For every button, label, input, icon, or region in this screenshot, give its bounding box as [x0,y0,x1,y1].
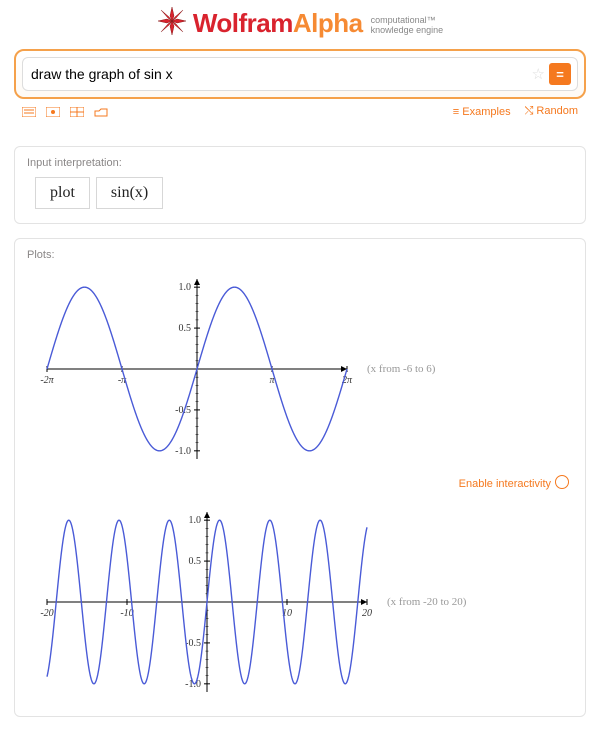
svg-text:-0.5: -0.5 [185,638,201,649]
plot-caption: (x from -20 to 20) [387,596,466,608]
svg-text:20: 20 [362,608,372,619]
file-upload-icon[interactable] [94,107,108,117]
plot-caption: (x from -6 to 6) [367,363,435,375]
plot-large-domain: -1.0-0.50.51.0-20-101020 [27,502,387,702]
plots-panel: Plots: -1.0-0.50.51.0-2π-ππ2π (x from -6… [14,238,586,717]
svg-text:-1.0: -1.0 [185,679,201,690]
panel-title: Input interpretation: [27,157,573,169]
plot-small-domain: -1.0-0.50.51.0-2π-ππ2π [27,269,367,469]
tagline: computational™ knowledge engine [371,16,444,36]
svg-text:-2π: -2π [40,375,54,386]
logo[interactable]: WolframAlpha computational™ knowledge en… [157,6,443,41]
svg-text:1.0: 1.0 [189,515,202,526]
header: WolframAlpha computational™ knowledge en… [0,0,600,49]
brand-text: WolframAlpha [193,8,363,39]
examples-link[interactable]: Examples [453,106,511,118]
submit-button[interactable]: = [549,63,571,85]
input-mode-toolbar [22,107,108,117]
refresh-icon [555,475,569,489]
interpretation-token: sin(x) [96,177,163,209]
svg-text:0.5: 0.5 [189,556,202,567]
svg-text:-1.0: -1.0 [175,446,191,457]
data-input-icon[interactable] [70,107,84,117]
random-link[interactable]: Random [525,105,578,118]
search-input[interactable] [29,62,528,86]
input-interpretation-panel: Input interpretation: plot sin(x) [14,146,586,224]
panel-title: Plots: [27,249,573,261]
interpretation-token: plot [35,177,90,209]
svg-text:0.5: 0.5 [179,323,192,334]
search-container: ☆ = [14,49,586,99]
search-row: ☆ = [22,57,578,91]
favorite-icon[interactable]: ☆ [532,65,545,83]
spikey-icon [157,6,187,41]
image-input-icon[interactable] [46,107,60,117]
enable-interactivity-link[interactable]: Enable interactivity [27,475,569,490]
svg-text:-20: -20 [40,608,53,619]
svg-text:1.0: 1.0 [179,282,192,293]
keyboard-icon[interactable] [22,107,36,117]
